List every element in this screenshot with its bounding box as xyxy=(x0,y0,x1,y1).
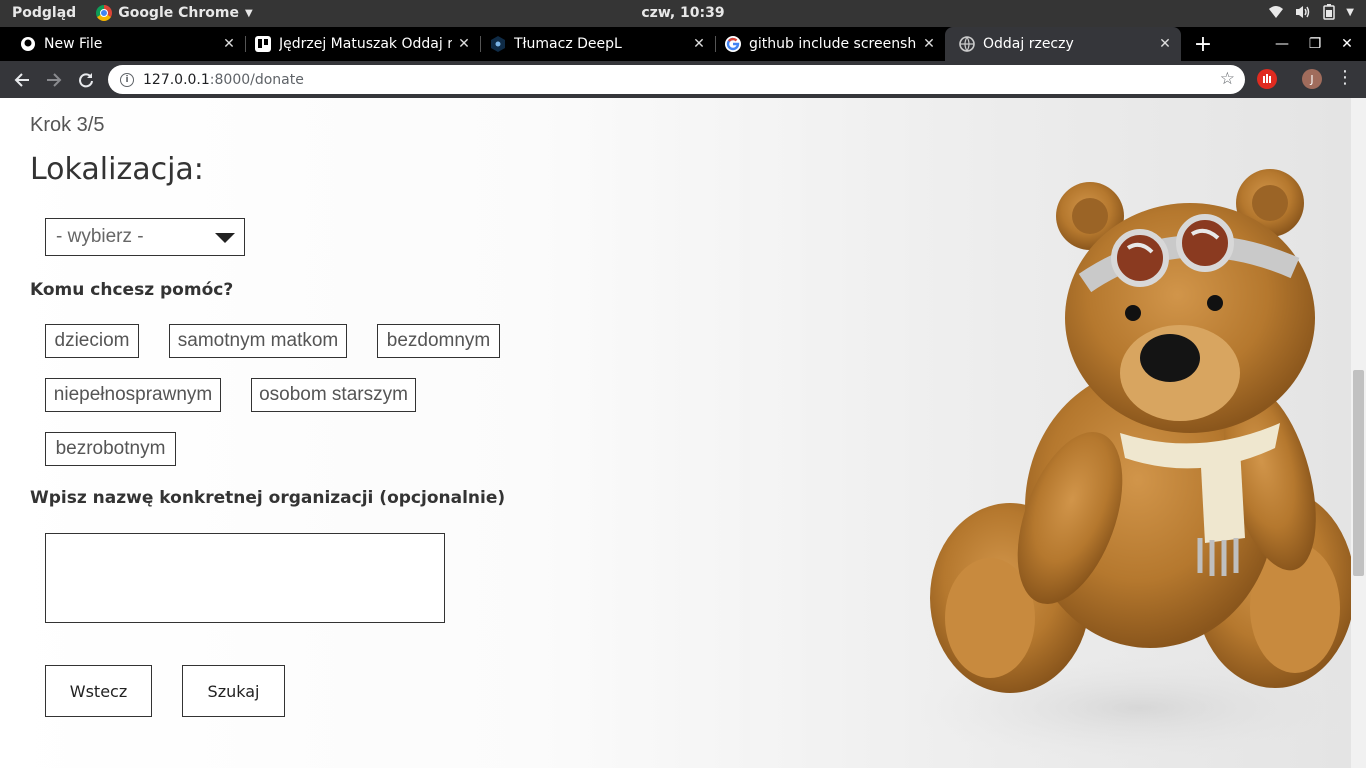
organization-input[interactable] xyxy=(45,533,445,623)
system-tray[interactable]: ▼ xyxy=(1268,4,1354,20)
tab-title: Tłumacz DeepL xyxy=(514,36,622,52)
github-icon xyxy=(20,36,36,52)
step-indicator: Krok 3/5 xyxy=(30,114,105,136)
arrow-left-icon xyxy=(14,73,29,87)
location-select-value: - wybierz - xyxy=(56,226,144,247)
caret-down-icon xyxy=(215,233,235,243)
arrow-right-icon xyxy=(47,73,62,87)
back-step-button[interactable]: Wstecz xyxy=(45,665,152,717)
help-question: Komu chcesz pomóc? xyxy=(30,280,234,300)
info-icon[interactable]: i xyxy=(120,72,134,87)
os-top-bar: Podgląd Google Chrome ▼ czw, 10:39 ▼ xyxy=(0,0,1366,27)
tab-strip: New File ✕ Jędrzej Matuszak Oddaj r ✕ Tł… xyxy=(0,27,1366,61)
tab-oddaj-rzeczy[interactable]: Oddaj rzeczy ✕ xyxy=(945,27,1181,61)
tab-title: Jędrzej Matuszak Oddaj r xyxy=(279,36,452,52)
tab-title: New File xyxy=(44,36,103,52)
google-icon xyxy=(725,36,741,52)
deepl-icon xyxy=(490,36,506,52)
tab-title: github include screensho xyxy=(749,36,917,52)
url-text[interactable]: 127.0.0.1:8000/donate xyxy=(143,72,304,88)
location-select[interactable]: - wybierz - xyxy=(45,218,245,256)
preview-label[interactable]: Podgląd xyxy=(12,5,76,21)
page-title: Lokalizacja: xyxy=(30,152,204,187)
wifi-icon xyxy=(1269,6,1284,18)
page-scrollbar[interactable] xyxy=(1351,98,1366,768)
organization-label: Wpisz nazwę konkretnej organizacji (opcj… xyxy=(30,488,506,508)
star-icon[interactable]: ☆ xyxy=(1220,69,1235,89)
address-bar[interactable]: i 127.0.0.1:8000/donate ☆ xyxy=(108,65,1245,94)
avatar-initial: J xyxy=(1310,72,1314,86)
avatar[interactable]: J xyxy=(1302,69,1322,89)
url-path: :8000/donate xyxy=(209,71,304,88)
close-icon[interactable]: ✕ xyxy=(1153,36,1177,52)
donate-page: Krok 3/5 Lokalizacja: - wybierz - Komu c… xyxy=(0,98,1351,768)
extension-icon[interactable] xyxy=(1257,69,1277,89)
option-bezdomnym[interactable]: bezdomnym xyxy=(377,324,500,358)
menu-icon[interactable]: ⋮ xyxy=(1336,67,1354,88)
trello-icon xyxy=(255,36,271,52)
app-menu[interactable]: Google Chrome ▼ xyxy=(96,5,253,21)
new-tab-button[interactable]: + xyxy=(1191,27,1215,61)
browser-toolbar: i 127.0.0.1:8000/donate ☆ J ⋮ xyxy=(0,61,1366,98)
option-samotnym-matkom[interactable]: samotnym matkom xyxy=(169,324,347,358)
tab-google-search[interactable]: github include screensho ✕ xyxy=(705,27,945,61)
back-button[interactable] xyxy=(8,66,36,94)
search-button[interactable]: Szukaj xyxy=(182,665,285,717)
volume-icon xyxy=(1296,6,1310,18)
minimize-button[interactable]: — xyxy=(1267,27,1297,61)
scrollbar-thumb[interactable] xyxy=(1353,370,1364,576)
app-label: Google Chrome xyxy=(118,5,239,21)
tab-title: Oddaj rzeczy xyxy=(983,36,1074,52)
url-host: 127.0.0.1 xyxy=(143,71,210,88)
option-bezrobotnym[interactable]: bezrobotnym xyxy=(45,432,176,466)
chevron-down-icon: ▼ xyxy=(1346,6,1354,18)
tab-new-file[interactable]: New File ✕ xyxy=(0,27,246,61)
close-icon[interactable]: ✕ xyxy=(917,36,941,52)
globe-icon xyxy=(959,36,975,52)
close-window-button[interactable]: ✕ xyxy=(1332,27,1362,61)
battery-icon xyxy=(1323,4,1336,20)
forward-button[interactable] xyxy=(40,66,68,94)
option-niepelnosprawnym[interactable]: niepełnosprawnym xyxy=(45,378,221,412)
reload-icon xyxy=(79,73,93,88)
reload-button[interactable] xyxy=(72,66,100,94)
option-dzieciom[interactable]: dzieciom xyxy=(45,324,139,358)
tab-deepl[interactable]: Tłumacz DeepL ✕ xyxy=(470,27,716,61)
option-osobom-starszym[interactable]: osobom starszym xyxy=(251,378,416,412)
teddy-bear-image xyxy=(910,169,1351,763)
chrome-icon xyxy=(96,5,113,21)
tab-trello[interactable]: Jędrzej Matuszak Oddaj r ✕ xyxy=(235,27,481,61)
chevron-down-icon: ▼ xyxy=(244,7,253,19)
restore-button[interactable]: ❐ xyxy=(1300,27,1330,61)
